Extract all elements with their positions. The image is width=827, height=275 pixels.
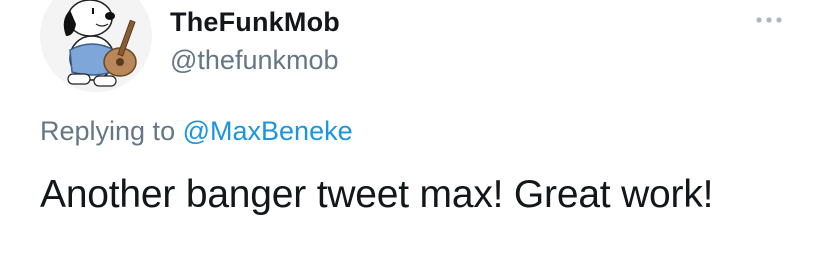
snoopy-avatar-icon <box>40 0 152 92</box>
more-options-button[interactable] <box>754 6 784 34</box>
user-handle[interactable]: @thefunkmob <box>170 44 339 76</box>
replying-to-label: Replying to <box>40 116 176 146</box>
reply-mention-link[interactable]: @MaxBeneke <box>183 116 353 146</box>
replying-to: Replying to @MaxBeneke <box>40 115 353 147</box>
tweet: TheFunkMob @thefunkmob Replying to @MaxB… <box>0 0 827 275</box>
ellipsis-icon <box>756 17 782 23</box>
tweet-text: Another banger tweet max! Great work! <box>40 173 714 216</box>
avatar[interactable] <box>40 0 152 92</box>
display-name[interactable]: TheFunkMob <box>170 6 340 38</box>
